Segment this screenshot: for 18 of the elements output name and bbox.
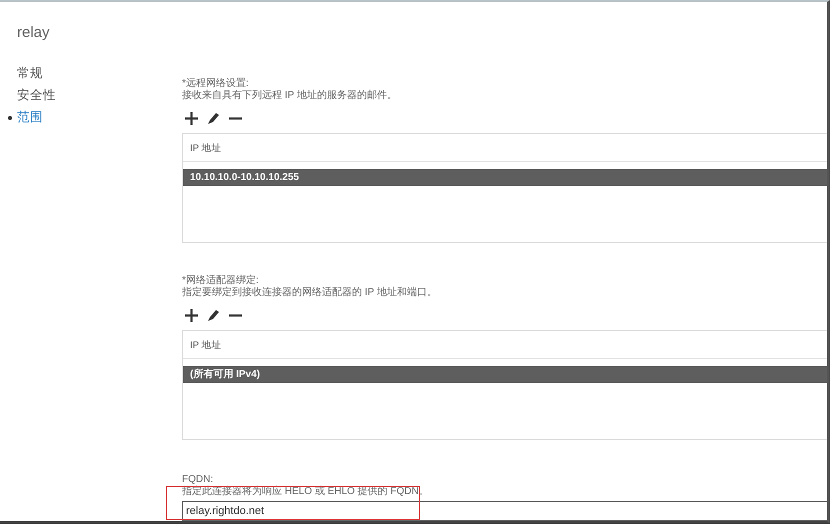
section-label: *远程网络设置: [182, 78, 249, 90]
section-label: *网络适配器绑定: [182, 275, 259, 286]
field-label: FQDN: [182, 474, 214, 486]
nav-item[interactable]: 安全性 [17, 86, 56, 105]
window-title: relay [17, 24, 50, 41]
fqdn-field[interactable]: relay.rightdo.net [182, 501, 827, 521]
nav-item[interactable]: 常规 [17, 64, 43, 83]
add-icon[interactable] [185, 112, 198, 125]
column-header[interactable]: IP 地址 [183, 333, 827, 359]
pencil-icon[interactable] [207, 309, 220, 322]
section-description: 指定要绑定到接收连接器的网络适配器的 IP 地址和端口。 [182, 287, 437, 299]
pencil-icon[interactable] [207, 112, 220, 125]
column-header[interactable]: IP 地址 [183, 136, 827, 162]
add-icon[interactable] [185, 309, 198, 322]
list-row[interactable]: 10.10.10.0-10.10.10.255 [183, 169, 827, 186]
section-description: 接收来自具有下列远程 IP 地址的服务器的邮件。 [182, 90, 397, 102]
nav-item[interactable]: 范围 [17, 108, 43, 127]
list-row[interactable]: (所有可用 IPv4) [183, 366, 827, 383]
